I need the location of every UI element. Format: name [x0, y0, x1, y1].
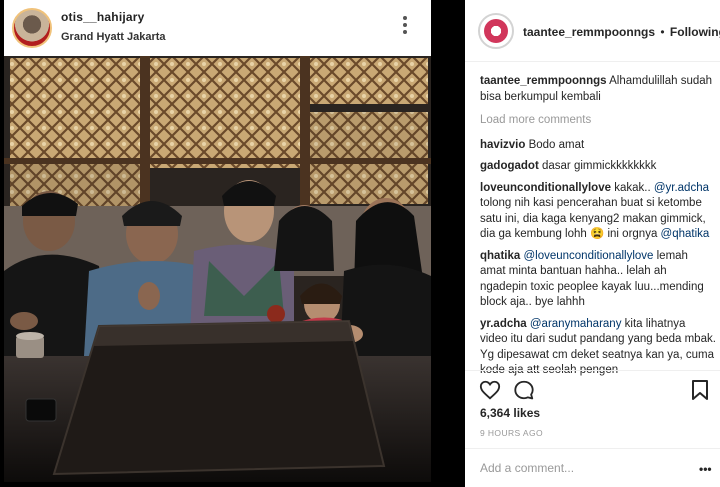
comment-username[interactable]: gadogadot: [480, 160, 539, 172]
comment-mention-link[interactable]: @yr.adcha: [654, 182, 709, 194]
comment-item: havizvio Bodo amat: [480, 138, 716, 154]
heart-icon[interactable]: [479, 379, 501, 401]
post-sidebar: taantee_remmpoonngs • Following taantee_…: [465, 0, 720, 487]
embedded-post-header: otis__hahijary Grand Hyatt Jakarta: [4, 0, 431, 56]
comment-username[interactable]: loveunconditionallylove: [480, 182, 611, 194]
comment-mention-link[interactable]: @aranymaharany: [530, 318, 622, 330]
comment-item: qhatika @loveunconditionallylove lemah a…: [480, 249, 716, 311]
comment-mention-link[interactable]: @qhatika: [661, 228, 710, 240]
post-header-title: taantee_remmpoonngs • Following: [523, 25, 720, 39]
comment-username[interactable]: qhatika: [480, 250, 520, 262]
comment-bubble-icon[interactable]: [513, 379, 535, 401]
comment-item: loveunconditionallylove kakak.. @yr.adch…: [480, 181, 716, 243]
comment-text: dasar gimmickkkkkkkk: [541, 160, 657, 172]
comment-text: Bodo amat: [528, 138, 585, 151]
post-photo: [4, 56, 431, 482]
load-more-comments-button[interactable]: Load more comments: [480, 113, 716, 129]
embedded-post: otis__hahijary Grand Hyatt Jakarta: [4, 0, 431, 482]
header-username[interactable]: taantee_remmpoonngs: [523, 25, 655, 39]
post-timestamp[interactable]: 9 HOURS AGO: [480, 428, 543, 438]
comment-mention-link[interactable]: @loveunconditionallylove: [523, 250, 653, 262]
following-button[interactable]: Following: [670, 25, 720, 39]
more-options-icon[interactable]: [402, 16, 408, 38]
more-options-icon[interactable]: •••: [699, 462, 712, 476]
bookmark-icon[interactable]: [691, 379, 709, 401]
header-separator: •: [660, 25, 665, 39]
embedded-post-avatar[interactable]: [12, 8, 52, 48]
profile-avatar[interactable]: [478, 13, 514, 49]
comment-username[interactable]: taantee_remmpoonngs: [480, 75, 607, 87]
profile-logo-icon: [484, 19, 508, 43]
comment-username[interactable]: yr.adcha: [480, 318, 527, 330]
embedded-post-location[interactable]: Grand Hyatt Jakarta: [61, 31, 166, 43]
add-comment-row: •••: [465, 448, 720, 487]
like-count[interactable]: 6,364 likes: [480, 406, 540, 420]
comment-text: kakak..: [614, 181, 654, 194]
caption: taantee_remmpoonngs Alhamdulillah sudah …: [480, 74, 716, 105]
comment-username[interactable]: havizvio: [480, 139, 525, 151]
add-comment-input[interactable]: [480, 459, 695, 477]
comment-list: taantee_remmpoonngs Alhamdulillah sudah …: [480, 74, 716, 385]
comment-item: gadogadot dasar gimmickkkkkkkk: [480, 159, 716, 175]
post-header: taantee_remmpoonngs • Following: [465, 0, 720, 62]
action-bar: [465, 370, 720, 406]
embedded-post-username[interactable]: otis__hahijary: [61, 10, 145, 24]
